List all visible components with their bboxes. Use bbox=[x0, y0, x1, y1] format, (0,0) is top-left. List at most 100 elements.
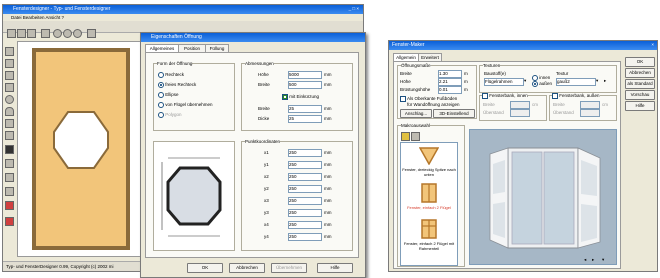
3d-settings-button[interactable]: 3D-Einstellend bbox=[433, 109, 475, 118]
maker-close-icon[interactable]: × bbox=[651, 42, 654, 47]
coord-input[interactable]: 250 bbox=[288, 221, 322, 229]
cancel-button[interactable]: Abbrechen bbox=[229, 263, 265, 273]
tool-door-icon[interactable] bbox=[5, 119, 14, 128]
tool-handle-icon[interactable] bbox=[5, 145, 14, 154]
maker-titlebar: Fenster-Maker bbox=[389, 41, 657, 50]
apply-button[interactable]: Übernehmen bbox=[271, 263, 307, 273]
coord-input[interactable]: 250 bbox=[288, 173, 322, 181]
tool-hinge-icon[interactable] bbox=[5, 159, 14, 168]
coord-label: y1 bbox=[264, 162, 269, 167]
maker-default-button[interactable]: als Standard bbox=[625, 79, 655, 89]
breite-input[interactable]: 1.30 bbox=[438, 70, 462, 78]
coord-input[interactable]: 250 bbox=[288, 161, 322, 169]
preview-scroll-left-icon[interactable]: ◂ bbox=[584, 257, 586, 263]
help-button[interactable]: Hilfe bbox=[317, 263, 353, 273]
coord-input[interactable]: 250 bbox=[288, 149, 322, 157]
tool-sill-icon[interactable] bbox=[5, 173, 14, 182]
sill-inner-ueberstand-input[interactable] bbox=[510, 109, 530, 117]
option-polygon[interactable]: Polygon bbox=[158, 112, 182, 118]
rotate-icon[interactable] bbox=[63, 29, 72, 38]
chamfer-checkbox[interactable]: mit Einkürzung bbox=[282, 94, 319, 100]
textur-chevron-down-icon[interactable]: ▾ bbox=[596, 78, 598, 84]
new-icon[interactable] bbox=[7, 29, 16, 38]
coord-input[interactable]: 250 bbox=[288, 185, 322, 193]
coord-input[interactable]: 250 bbox=[288, 233, 322, 241]
tool-ellipse-icon[interactable] bbox=[5, 95, 14, 104]
tool-arch-icon[interactable] bbox=[5, 107, 14, 116]
sill-outer-ueberstand-input[interactable] bbox=[580, 109, 600, 117]
sill-inner-checkbox[interactable]: Fensterbank, innen bbox=[482, 93, 528, 99]
option-freies-rechteck[interactable]: freies Rechteck bbox=[158, 82, 196, 88]
baustoff-select[interactable]: Flügelrahmen bbox=[484, 78, 524, 86]
preview-scroll-right-icon[interactable]: ▸ bbox=[592, 257, 594, 263]
baustoff-chevron-down-icon[interactable]: ▾ bbox=[524, 78, 526, 84]
coord-unit: mm bbox=[324, 210, 332, 215]
open-icon[interactable] bbox=[17, 29, 26, 38]
option-rechteck[interactable]: Rechteck bbox=[158, 72, 184, 78]
menu-bar[interactable]: Datei Bearbeiten Ansicht ? bbox=[3, 14, 363, 21]
coord-unit: mm bbox=[324, 186, 332, 191]
sill-inner-breite-input[interactable] bbox=[510, 101, 530, 109]
preview-scroll-down-icon[interactable]: ▾ bbox=[602, 257, 604, 263]
coord-label: y3 bbox=[264, 210, 269, 215]
print-icon[interactable] bbox=[41, 29, 50, 38]
width-input[interactable]: 500 bbox=[288, 81, 322, 89]
gallery-item-1[interactable]: Fenster, dreieckig Spitze nach unten bbox=[402, 167, 456, 177]
option-von-fluegel[interactable]: von Flügel übernehmen bbox=[158, 102, 213, 108]
info-icon[interactable] bbox=[73, 29, 82, 38]
dialog-title: Eigenschaften Öffnung bbox=[151, 34, 202, 40]
tool-strip bbox=[5, 41, 14, 253]
maker-preview-button[interactable]: Vorschau bbox=[625, 90, 655, 100]
height-input[interactable]: 5000 bbox=[288, 71, 322, 79]
tool-glass-icon[interactable] bbox=[5, 83, 14, 92]
gallery-view-icon[interactable] bbox=[411, 132, 420, 141]
tab-allgemein[interactable]: Allgemein bbox=[393, 53, 419, 61]
tool-delete-icon[interactable] bbox=[5, 217, 14, 226]
maker-ok-button[interactable]: OK bbox=[625, 57, 655, 67]
opening-group-label: Öffnungsmaße bbox=[401, 63, 431, 68]
maker-help-button[interactable]: Hilfe bbox=[625, 101, 655, 111]
tool-dim-icon[interactable] bbox=[5, 187, 14, 196]
sill-outer-breite-input[interactable] bbox=[580, 101, 600, 109]
save-icon[interactable] bbox=[27, 29, 36, 38]
sill-outer-group: Fensterbank, außen Breite Überstand cm bbox=[549, 93, 617, 121]
gallery-item-2[interactable]: Fenster, einfach 2 Flügel bbox=[402, 205, 456, 210]
anschlag-button[interactable]: Anschlag... bbox=[400, 109, 432, 118]
radio-aussen[interactable]: außen bbox=[532, 81, 552, 87]
gallery-list[interactable]: Fenster, dreieckig Spitze nach unten Fen… bbox=[400, 142, 458, 266]
tool-bar-icon[interactable] bbox=[5, 131, 14, 140]
chamfer-depth-input[interactable]: 25 bbox=[288, 115, 322, 123]
tab-position[interactable]: Position bbox=[178, 44, 206, 52]
tool-frame-icon[interactable] bbox=[5, 71, 14, 80]
tab-erweitert[interactable]: Erweitert bbox=[418, 53, 442, 61]
tab-fuellung[interactable]: Füllung bbox=[205, 44, 229, 52]
chamfer-depth-unit: mm bbox=[324, 116, 332, 121]
maker-title: Fenster-Maker bbox=[392, 42, 425, 48]
form-group-label: Form der Öffnung bbox=[157, 61, 193, 66]
double-sash-frame-window-icon bbox=[421, 219, 437, 239]
textur-browse-icon[interactable]: ▸ bbox=[604, 78, 606, 84]
preview-3d[interactable]: ◂ ▸ ▾ bbox=[469, 129, 617, 265]
gallery-item-3[interactable]: Fenster, einfach 2 Flügel mit Rahmenteil bbox=[402, 241, 456, 251]
sill-inner-group: Fensterbank, innen Breite Überstand cm bbox=[479, 93, 547, 121]
window-controls[interactable]: _ □ × bbox=[349, 6, 359, 11]
coord-input[interactable]: 250 bbox=[288, 209, 322, 217]
design-canvas[interactable] bbox=[17, 41, 147, 257]
settings-icon[interactable] bbox=[87, 29, 96, 38]
chamfer-width-input[interactable]: 25 bbox=[288, 105, 322, 113]
gallery-folder-icon[interactable] bbox=[401, 132, 410, 141]
hoehe-input[interactable]: 2.21 bbox=[438, 78, 462, 86]
maker-cancel-button[interactable]: Abbrechen bbox=[625, 68, 655, 78]
tool-rect-icon[interactable] bbox=[5, 47, 14, 56]
tool-sash-icon[interactable] bbox=[5, 59, 14, 68]
coord-input[interactable]: 250 bbox=[288, 197, 322, 205]
tab-allgemeines[interactable]: Allgemeines bbox=[145, 44, 179, 52]
option-ellipse[interactable]: Ellipse bbox=[158, 92, 179, 98]
bruestung-input[interactable]: 0.01 bbox=[438, 86, 462, 94]
sill-outer-checkbox[interactable]: Fensterbank, außen bbox=[552, 93, 600, 99]
gallery-label: Makroauswahl bbox=[401, 123, 431, 128]
zoom-icon[interactable] bbox=[53, 29, 62, 38]
tool-grid-icon[interactable] bbox=[5, 201, 14, 210]
textur-select[interactable]: gauß2 bbox=[556, 78, 596, 86]
ok-button[interactable]: OK bbox=[187, 263, 223, 273]
